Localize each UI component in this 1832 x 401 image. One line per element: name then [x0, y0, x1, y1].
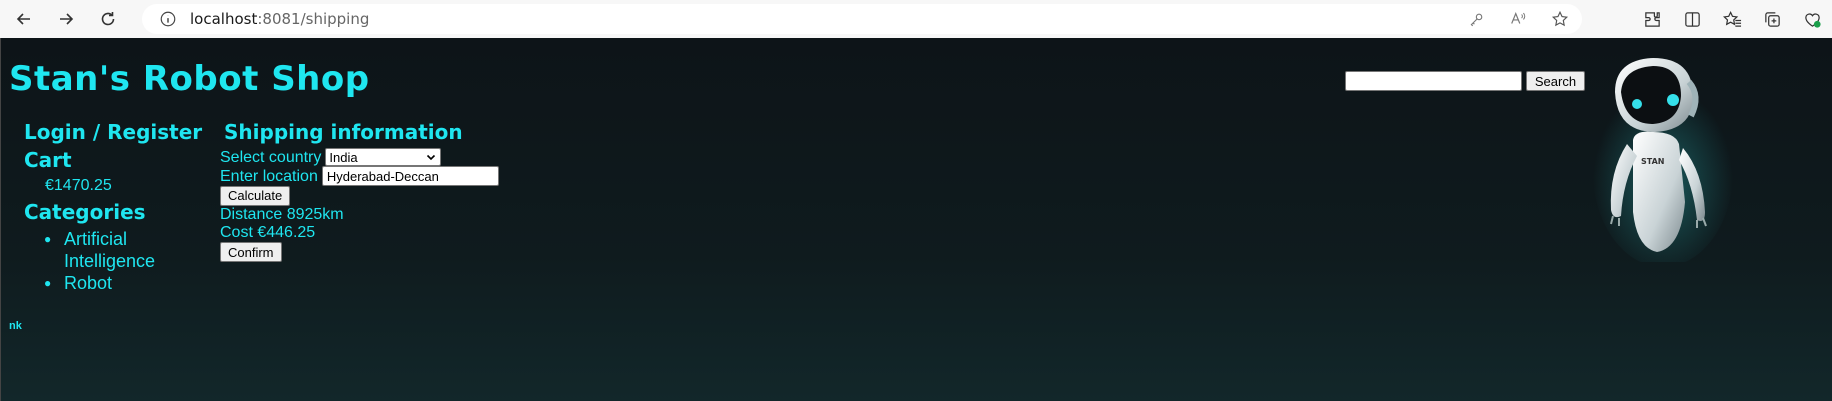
split-screen-icon[interactable]: [1682, 9, 1702, 29]
robot-mascot-image: STAN: [1593, 58, 1733, 262]
browser-toolbar: localhost:8081/shipping: [0, 0, 1832, 38]
collections-icon[interactable]: [1762, 9, 1782, 29]
categories-heading: Categories: [24, 200, 146, 224]
url-text[interactable]: localhost:8081/shipping: [190, 10, 369, 28]
cart-total: €1470.25: [45, 177, 112, 194]
info-icon[interactable]: [158, 9, 178, 29]
refresh-button[interactable]: [88, 0, 128, 38]
country-label: Select country: [220, 148, 322, 166]
url-host: localhost: [190, 10, 258, 28]
location-input[interactable]: Hyderabad-Deccan: [321, 166, 499, 186]
login-register-link[interactable]: Login / Register: [24, 118, 204, 146]
arrow-right-icon: [60, 13, 74, 25]
sidebar: Login / Register Cart €1470.25 Categorie…: [24, 118, 204, 294]
country-select[interactable]: India: [325, 148, 442, 166]
category-label[interactable]: Artificial Intelligence: [64, 228, 164, 272]
robot-badge: STAN: [1641, 157, 1664, 166]
bullet-icon: ●: [44, 276, 52, 290]
browser-essentials-icon[interactable]: [1802, 9, 1822, 29]
favorites-icon[interactable]: [1722, 9, 1742, 29]
favorite-star-icon[interactable]: [1550, 9, 1570, 29]
forward-button[interactable]: [46, 0, 86, 38]
address-bar[interactable]: localhost:8081/shipping: [142, 4, 1582, 34]
footer-text: nk: [9, 320, 22, 332]
search-button[interactable]: Search: [1526, 71, 1585, 91]
chevron-down-icon: [426, 149, 436, 172]
extensions-icon[interactable]: [1642, 9, 1662, 29]
category-item[interactable]: ● Robot: [44, 272, 204, 294]
key-icon[interactable]: [1466, 9, 1486, 29]
calculate-button[interactable]: Calculate: [220, 185, 291, 206]
page-body: Stan's Robot Shop Search Login / Registe…: [0, 38, 1832, 401]
shipping-title: Shipping information: [224, 120, 463, 144]
category-label[interactable]: Robot: [64, 272, 164, 294]
search-input[interactable]: [1345, 71, 1522, 91]
location-label: Enter location: [220, 167, 318, 185]
distance-text: Distance 8925km: [220, 205, 344, 223]
read-aloud-icon[interactable]: [1508, 9, 1528, 29]
back-button[interactable]: [4, 0, 44, 38]
confirm-button[interactable]: Confirm: [220, 242, 282, 262]
shipping-panel: Shipping information Select country Indi…: [220, 118, 499, 263]
cart-link[interactable]: Cart: [24, 146, 204, 174]
refresh-icon: [101, 12, 115, 26]
category-item[interactable]: ● Artificial Intelligence: [44, 228, 204, 272]
cost-text: Cost €446.25: [220, 223, 316, 241]
site-title[interactable]: Stan's Robot Shop: [9, 59, 370, 99]
category-list: ● Artificial Intelligence ● Robot: [44, 228, 204, 294]
url-path: :8081/shipping: [257, 10, 370, 28]
bullet-icon: ●: [44, 232, 52, 246]
country-selected: India: [329, 149, 358, 165]
arrow-left-icon: [16, 13, 30, 25]
